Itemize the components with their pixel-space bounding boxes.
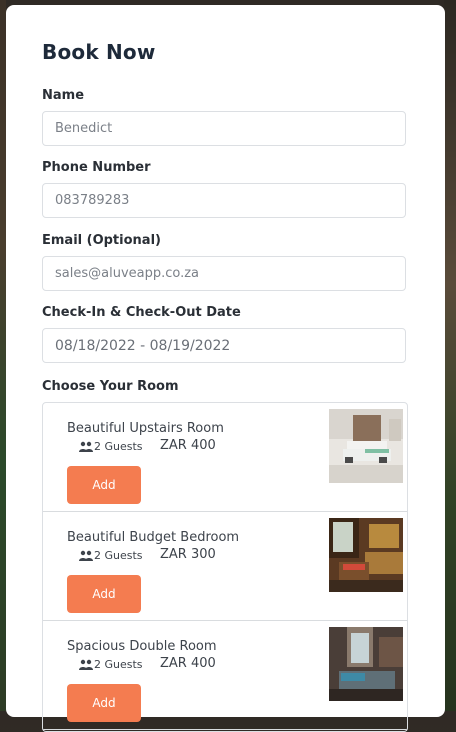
room-item: Beautiful Budget Bedroom 2 Guests ZAR 30…	[43, 512, 407, 621]
room-photo	[329, 518, 403, 592]
room-price: ZAR 400	[160, 656, 216, 671]
add-room-button[interactable]: Add	[67, 684, 141, 722]
email-field[interactable]: sales@aluveapp.co.za	[42, 256, 406, 291]
room-price: ZAR 300	[160, 547, 216, 562]
room-guests: 2 Guests	[79, 549, 143, 562]
email-label: Email (Optional)	[42, 233, 161, 248]
page-title: Book Now	[42, 40, 156, 64]
room-price: ZAR 400	[160, 438, 216, 453]
room-item: Beautiful Upstairs Room 2 Guests ZAR 400…	[43, 403, 407, 512]
room-item: Spacious Double Room 2 Guests ZAR 400 Ad…	[43, 621, 407, 730]
name-field[interactable]: Benedict	[42, 111, 406, 146]
background-right	[444, 0, 456, 711]
date-range-field[interactable]: 08/18/2022 - 08/19/2022	[42, 328, 406, 363]
room-guests: 2 Guests	[79, 658, 143, 671]
guests-count: 2 Guests	[94, 440, 143, 453]
room-photo	[329, 409, 403, 483]
rooms-label: Choose Your Room	[42, 379, 179, 394]
phone-field[interactable]: 083789283	[42, 183, 406, 218]
phone-label: Phone Number	[42, 160, 151, 175]
guests-count: 2 Guests	[94, 658, 143, 671]
room-name: Beautiful Budget Bedroom	[67, 530, 240, 545]
room-guests: 2 Guests	[79, 440, 143, 453]
dates-label: Check-In & Check-Out Date	[42, 305, 241, 320]
users-icon	[79, 659, 93, 670]
add-room-button[interactable]: Add	[67, 466, 141, 504]
room-list[interactable]: Beautiful Upstairs Room 2 Guests ZAR 400…	[42, 402, 408, 732]
room-photo	[329, 627, 403, 701]
users-icon	[79, 550, 93, 561]
name-label: Name	[42, 88, 85, 103]
room-name: Spacious Double Room	[67, 639, 217, 654]
room-name: Beautiful Upstairs Room	[67, 421, 224, 436]
add-room-button[interactable]: Add	[67, 575, 141, 613]
guests-count: 2 Guests	[94, 549, 143, 562]
users-icon	[79, 441, 93, 452]
booking-card: Book Now Name Benedict Phone Number 0837…	[6, 5, 445, 732]
